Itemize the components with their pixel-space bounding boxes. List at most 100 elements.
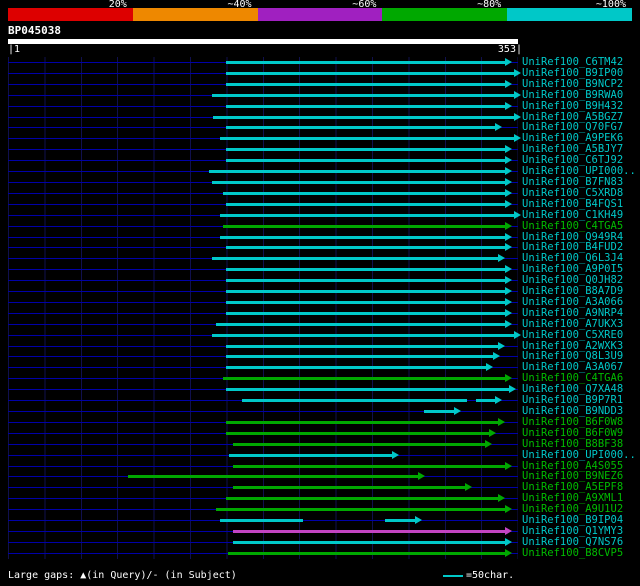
hit-row: UniRef100_A9U1U2 (8, 504, 623, 515)
identity-key-label: ~100% (595, 0, 626, 10)
hit-bar[interactable] (226, 71, 514, 75)
hit-bar[interactable] (226, 300, 505, 304)
hit-arrow-icon (464, 483, 472, 492)
hit-bar[interactable] (226, 344, 498, 348)
hit-bar[interactable] (226, 268, 505, 272)
hit-row: UniRef100_B9IP00 (8, 67, 623, 79)
hit-arrow-icon (415, 516, 423, 525)
hit-bar[interactable] (226, 279, 505, 283)
hit-bar[interactable] (226, 126, 495, 130)
hit-arrow-icon (504, 188, 512, 197)
hit-bar[interactable] (226, 431, 490, 435)
hit-row: UniRef100_B4FUD2 (8, 242, 623, 253)
hit-arrow-icon (504, 537, 512, 546)
hit-row: UniRef100_A5EPF8 (8, 482, 623, 493)
hit-bar[interactable] (211, 180, 505, 184)
hit-arrow-icon (418, 472, 426, 481)
hit-bar[interactable] (229, 453, 393, 457)
hit-bar[interactable] (385, 519, 416, 523)
hit-bar[interactable] (226, 366, 487, 370)
hit-bar[interactable] (226, 82, 505, 86)
hit-bar[interactable] (216, 322, 505, 326)
hit-bar[interactable] (223, 377, 505, 381)
hit-bar[interactable] (226, 420, 498, 424)
hit-bar[interactable] (233, 442, 485, 446)
hit-row: UniRef100_B6F0W8 (8, 416, 623, 428)
hit-arrow-icon (484, 439, 492, 448)
hit-row: UniRef100_B9P7R1 (8, 395, 623, 406)
hit-row: UniRef100_A7UKX3 (8, 318, 623, 330)
hit-bar[interactable] (220, 137, 514, 141)
hit-bar[interactable] (233, 529, 505, 533)
hit-arrow-icon (509, 385, 517, 394)
hit-bar[interactable] (242, 399, 468, 403)
hit-label[interactable]: UniRef100_C5XRE0 (522, 329, 623, 341)
hit-bar[interactable] (223, 191, 505, 195)
hit-bar[interactable] (220, 519, 303, 523)
identity-key-label: ~80% (477, 0, 502, 10)
hit-bar[interactable] (216, 508, 505, 512)
hit-bar[interactable] (220, 213, 514, 217)
hit-bar[interactable] (226, 246, 505, 250)
hit-arrow-icon (504, 505, 512, 514)
hit-bar[interactable] (226, 497, 498, 501)
hit-bar[interactable] (211, 333, 514, 337)
hit-arrow-icon (504, 221, 512, 230)
hit-row: UniRef100_Q8L3U9 (8, 351, 623, 362)
hit-arrow-icon (513, 330, 521, 339)
hit-arrow-icon (504, 526, 512, 535)
query-start-label: |1 (8, 44, 21, 55)
hit-bar[interactable] (233, 486, 465, 490)
hit-bar[interactable] (226, 290, 505, 294)
hit-arrow-icon (504, 243, 512, 252)
identity-key-label: 20% (108, 0, 127, 10)
hit-bar[interactable] (226, 355, 494, 359)
hit-row: UniRef100_UPI000.. (8, 449, 636, 461)
hit-bar[interactable] (226, 61, 505, 64)
hit-label[interactable]: UniRef100_B9H432 (522, 100, 623, 112)
hit-bar[interactable] (226, 148, 505, 152)
hit-arrow-icon (504, 58, 512, 66)
hit-bar[interactable] (226, 202, 505, 206)
hit-bar[interactable] (226, 311, 505, 315)
hit-bar[interactable] (220, 235, 505, 239)
hit-bar[interactable] (211, 93, 514, 97)
hit-row: UniRef100_A9XML1 (8, 493, 623, 504)
hit-arrow-icon (504, 461, 512, 470)
hit-bar[interactable] (211, 257, 498, 261)
hit-row: UniRef100_B9H432 (8, 100, 623, 112)
hit-arrow-icon (497, 494, 505, 503)
hit-row: UniRef100_B9RWA0 (8, 89, 623, 101)
hit-label[interactable]: UniRef100_C4TGA5 (522, 220, 623, 232)
hit-row: UniRef100_Q0JH82 (8, 275, 623, 286)
hit-bar[interactable] (208, 170, 505, 174)
scale-legend: =50char. (443, 570, 514, 582)
hit-bar[interactable] (476, 399, 495, 403)
hit-bar[interactable] (424, 410, 455, 413)
hit-bar[interactable] (227, 551, 505, 555)
query-coordinates: |1 353| (8, 44, 522, 57)
hit-row: UniRef100_A5BGZ7 (8, 111, 623, 123)
query-end-label: 353| (497, 44, 522, 55)
hit-arrow-icon (504, 145, 512, 154)
hit-bar[interactable] (213, 115, 514, 119)
footer-legend: Large gaps: ▲(in Query)/- (in Subject) =… (8, 570, 632, 583)
hit-arrow-icon (497, 341, 505, 350)
hit-arrow-icon (504, 276, 512, 285)
hit-row: UniRef100_A3A067 (8, 362, 623, 373)
hit-label[interactable]: UniRef100_UPI000.. (522, 449, 636, 461)
hit-row: UniRef100_Q1YMY3 (8, 525, 623, 537)
hit-row: UniRef100_A2WXK3 (8, 340, 623, 352)
hit-row: UniRef100_B8CVP5 (8, 547, 623, 559)
hit-bar[interactable] (233, 540, 505, 544)
hit-bar[interactable] (226, 104, 505, 108)
hit-arrow-icon (497, 254, 505, 263)
hit-bar[interactable] (226, 388, 510, 392)
hit-arrow-icon (504, 308, 512, 317)
hit-arrow-icon (504, 265, 512, 274)
hit-bar[interactable] (226, 159, 505, 163)
hit-bar[interactable] (233, 464, 505, 468)
hit-label[interactable]: UniRef100_B8CVP5 (522, 547, 623, 559)
hit-bar[interactable] (223, 224, 505, 228)
hit-bar[interactable] (127, 475, 419, 479)
